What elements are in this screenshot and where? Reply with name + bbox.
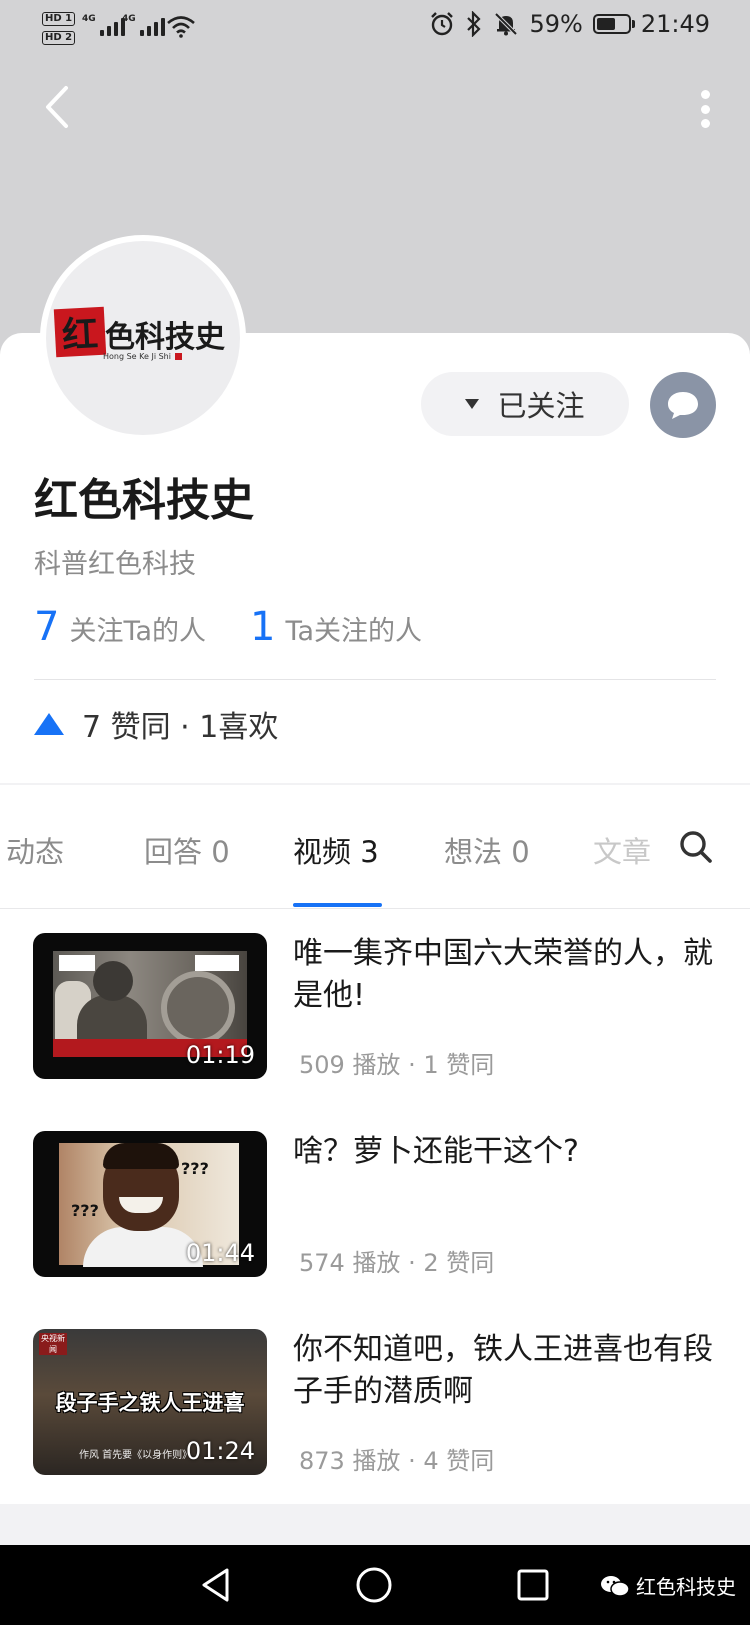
likes-summary: 7 赞同 · 1喜欢	[34, 702, 278, 746]
square-recents-icon	[517, 1569, 549, 1601]
profile-bio: 科普红色科技	[34, 549, 196, 580]
net-type-label: 4G	[82, 14, 96, 24]
back-arrow-icon[interactable]	[38, 82, 78, 132]
watermark-text: 红色科技史	[636, 1575, 736, 1599]
active-tab-indicator	[293, 903, 382, 907]
alarm-icon	[431, 12, 454, 36]
content-tabs: 动态 回答 0 视频 3 想法 0 文章	[0, 785, 750, 909]
triangle-back-icon	[202, 1568, 229, 1602]
video-duration: 01:44	[185, 1239, 255, 1267]
avatar[interactable]: 红 色科技史 Hong Se Ke Ji Shi	[40, 235, 246, 441]
thumbnail-subtitle: 段子手之铁人王进喜	[55, 1391, 245, 1415]
tab-answers[interactable]: 回答 0	[144, 829, 230, 871]
battery-percent: 59%	[529, 10, 583, 38]
message-button[interactable]	[650, 372, 716, 438]
status-bar: HD 1 HD 2 4G 4G 59% 21:49	[0, 0, 750, 56]
wechat-watermark: 红色科技史	[600, 1571, 736, 1600]
bluetooth-icon	[467, 11, 482, 37]
nav-home-button[interactable]	[344, 1545, 404, 1625]
hd2-label: HD 2	[42, 31, 76, 45]
video-duration: 01:24	[185, 1437, 255, 1465]
mute-bell-icon	[495, 12, 518, 36]
search-icon[interactable]	[676, 827, 716, 867]
video-thumbnail[interactable]: ??? ??? 01:44	[33, 1131, 267, 1277]
tab-videos[interactable]: 视频 3	[293, 829, 379, 871]
tab-thoughts[interactable]: 想法 0	[444, 829, 530, 871]
upvote-triangle-icon	[34, 713, 64, 735]
video-item[interactable]: 央视新闻 段子手之铁人王进喜 作风 首先要《以身作则》 01:24 你不知道吧，…	[0, 1305, 750, 1475]
chat-bubble-icon	[668, 392, 698, 419]
thumbnail-mark: ???	[181, 1159, 209, 1178]
profile-name: 红色科技史	[34, 475, 254, 526]
video-title[interactable]: 你不知道吧，铁人王进喜也有段子手的潜质啊	[293, 1329, 713, 1413]
more-options-icon[interactable]	[690, 86, 720, 132]
following-button[interactable]: 已关注	[421, 372, 629, 436]
net-type-label-2: 4G	[122, 14, 136, 24]
battery-level-fill	[596, 18, 615, 30]
thumbnail-caption: 作风 首先要《以身作则》	[79, 1450, 193, 1461]
news-badge: 央视新闻	[39, 1333, 67, 1355]
signal-icon-2: 4G	[122, 14, 165, 36]
video-item[interactable]: 01:19 唯一集齐中国六大荣誉的人，就是他! 509 播放 · 1 赞同	[0, 909, 750, 1079]
following-count[interactable]: 1	[250, 604, 275, 650]
circle-home-icon	[356, 1567, 392, 1603]
wifi-icon	[167, 16, 195, 38]
tab-articles[interactable]: 文章	[593, 829, 651, 871]
logo-red-block: 红	[53, 306, 107, 358]
video-item[interactable]: ??? ??? 01:44 啥？萝卜还能干这个? 574 播放 · 2 赞同	[0, 1107, 750, 1277]
thumbnail-mark: ???	[71, 1201, 99, 1220]
hd-indicator: HD 1 HD 2	[42, 10, 76, 48]
likes-summary-text: 7 赞同 · 1喜欢	[82, 710, 279, 745]
dropdown-triangle-icon	[465, 399, 480, 409]
divider	[34, 679, 716, 680]
battery-icon	[592, 14, 635, 34]
video-thumbnail[interactable]: 01:19	[33, 933, 267, 1079]
video-meta: 509 播放 · 1 赞同	[299, 1051, 495, 1079]
video-title[interactable]: 唯一集齐中国六大荣誉的人，就是他!	[293, 933, 713, 1017]
brand-logo: 红 色科技史 Hong Se Ke Ji Shi	[53, 306, 231, 368]
following-button-label: 已关注	[497, 389, 585, 423]
wechat-icon	[601, 1575, 630, 1597]
video-thumbnail[interactable]: 央视新闻 段子手之铁人王进喜 作风 首先要《以身作则》 01:24	[33, 1329, 267, 1475]
video-meta: 574 播放 · 2 赞同	[299, 1249, 495, 1277]
video-title[interactable]: 啥？萝卜还能干这个?	[293, 1131, 713, 1173]
logo-pinyin: Hong Se Ke Ji Shi	[103, 352, 182, 361]
nav-back-button[interactable]	[186, 1545, 246, 1625]
video-list: 01:19 唯一集齐中国六大荣誉的人，就是他! 509 播放 · 1 赞同 ??…	[0, 909, 750, 1504]
hd1-label: HD 1	[42, 12, 76, 26]
video-duration: 01:19	[185, 1041, 255, 1069]
followers-count[interactable]: 7	[34, 604, 59, 650]
signal-icon: 4G	[82, 14, 125, 36]
follow-stats: 7 关注Ta的人 1 Ta关注的人	[34, 604, 422, 650]
system-navigation-bar: 红色科技史	[0, 1545, 750, 1625]
video-meta: 873 播放 · 4 赞同	[299, 1447, 495, 1475]
logo-text: 色科技史	[105, 320, 225, 355]
followers-label[interactable]: 关注Ta的人	[69, 609, 206, 648]
following-label[interactable]: Ta关注的人	[285, 609, 422, 648]
clock: 21:49	[640, 10, 710, 38]
nav-recents-button[interactable]	[503, 1545, 563, 1625]
tab-activity[interactable]: 动态	[6, 829, 64, 871]
